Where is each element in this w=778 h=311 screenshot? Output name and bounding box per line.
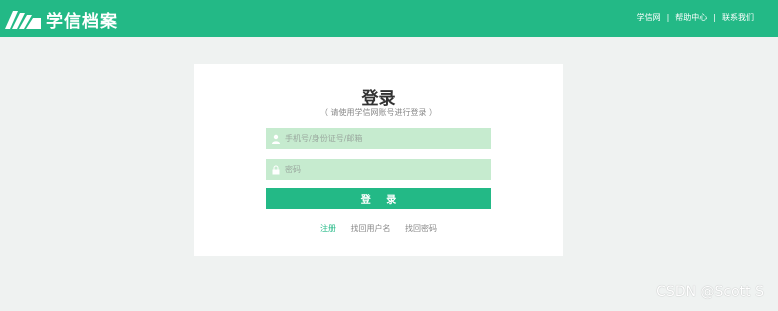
logo-text: 学信档案: [46, 11, 118, 32]
top-header: 学信档案 学信网 | 帮助中心 | 联系我们: [0, 0, 778, 37]
top-nav: 学信网 | 帮助中心 | 联系我们: [637, 12, 754, 23]
lock-icon: [272, 165, 280, 174]
login-card: 登录 （ 请使用学信网账号进行登录 ） 登 录 注册 找回用户名 找回密码: [194, 64, 563, 256]
user-icon: [272, 134, 280, 144]
username-field[interactable]: [266, 128, 491, 149]
logo[interactable]: 学信档案: [4, 6, 118, 32]
nav-separator: |: [666, 13, 670, 22]
watermark-text: CSDN @Scott S: [656, 284, 764, 300]
find-password-link[interactable]: 找回密码: [405, 224, 437, 233]
find-username-link[interactable]: 找回用户名: [351, 224, 391, 233]
password-input[interactable]: [281, 160, 485, 179]
login-subtitle: （ 请使用学信网账号进行登录 ）: [319, 108, 438, 117]
username-input[interactable]: [281, 129, 485, 148]
nav-separator: |: [713, 13, 716, 22]
login-button[interactable]: 登 录: [266, 188, 491, 209]
login-title: 登录: [361, 89, 396, 109]
nav-link-contact[interactable]: 联系我们: [722, 12, 754, 23]
password-field[interactable]: [266, 159, 491, 180]
account-links: 注册 找回用户名 找回密码: [194, 223, 563, 234]
nav-link-chsi[interactable]: 学信网: [637, 12, 661, 23]
register-link[interactable]: 注册: [320, 224, 336, 233]
nav-link-help[interactable]: 帮助中心: [675, 12, 707, 23]
book-logo-icon: [5, 11, 41, 29]
